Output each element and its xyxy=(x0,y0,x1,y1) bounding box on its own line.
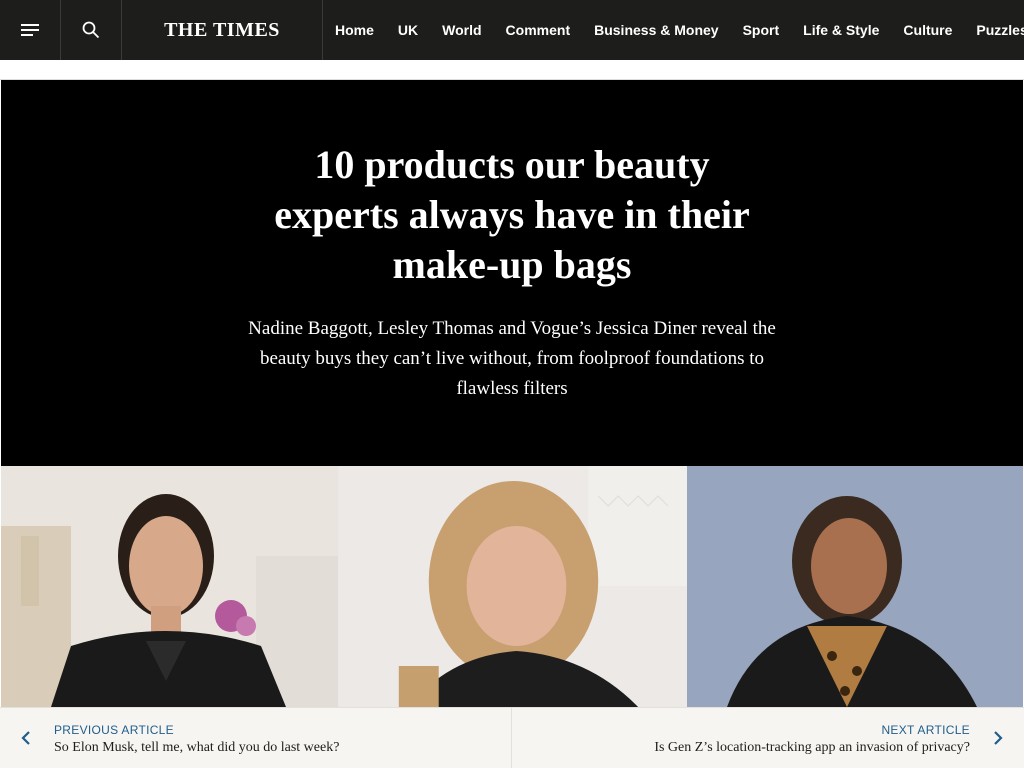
next-article-label: NEXT ARTICLE xyxy=(881,723,970,737)
article-headline: 10 products our beauty experts always ha… xyxy=(274,142,750,287)
menu-icon xyxy=(21,24,39,36)
photo-woman-blonde xyxy=(338,466,687,707)
hero-image xyxy=(1,466,1023,707)
section-nav: Home UK World Comment Business & Money Sport L… xyxy=(323,0,1024,60)
nav-link-world[interactable]: World xyxy=(442,22,481,38)
chevron-right-icon xyxy=(994,731,1003,745)
nav-link-puzzles[interactable]: Puzzles xyxy=(976,22,1024,38)
photo-woman-dark-hair xyxy=(1,466,338,707)
article-navigation: PREVIOUS ARTICLE So Elon Musk, tell me, … xyxy=(0,707,1024,768)
search-icon xyxy=(82,21,100,39)
nav-link-comment[interactable]: Comment xyxy=(506,22,571,38)
nav-link-life-style[interactable]: Life & Style xyxy=(803,22,879,38)
previous-article-title: So Elon Musk, tell me, what did you do l… xyxy=(54,740,340,755)
nav-link-uk[interactable]: UK xyxy=(398,22,418,38)
nav-link-sport[interactable]: Sport xyxy=(743,22,780,38)
nav-link-culture[interactable]: Culture xyxy=(903,22,952,38)
previous-article-link[interactable]: PREVIOUS ARTICLE So Elon Musk, tell me, … xyxy=(0,708,512,768)
previous-article-label: PREVIOUS ARTICLE xyxy=(54,723,174,737)
search-button[interactable] xyxy=(61,0,122,60)
article-standfirst: Nadine Baggott, Lesley Thomas and Vogue’… xyxy=(248,318,776,399)
masthead-logo[interactable]: THE TIMES xyxy=(122,0,323,60)
next-article-link[interactable]: NEXT ARTICLE Is Gen Z’s location-trackin… xyxy=(512,708,1024,768)
photo-woman-curly-hair xyxy=(687,466,1023,707)
masthead-text: THE TIMES xyxy=(164,18,280,41)
header-divider-strip xyxy=(0,60,1024,80)
top-navigation-bar: THE TIMES Home UK World Comment Business & M… xyxy=(0,0,1024,60)
chevron-left-icon xyxy=(21,731,30,745)
next-article-title: Is Gen Z’s location-tracking app an inva… xyxy=(654,740,970,755)
menu-button[interactable] xyxy=(0,0,61,60)
nav-link-home[interactable]: Home xyxy=(335,22,374,38)
article-hero: 10 products our beauty experts always ha… xyxy=(1,80,1023,466)
nav-link-business-money[interactable]: Business & Money xyxy=(594,22,718,38)
